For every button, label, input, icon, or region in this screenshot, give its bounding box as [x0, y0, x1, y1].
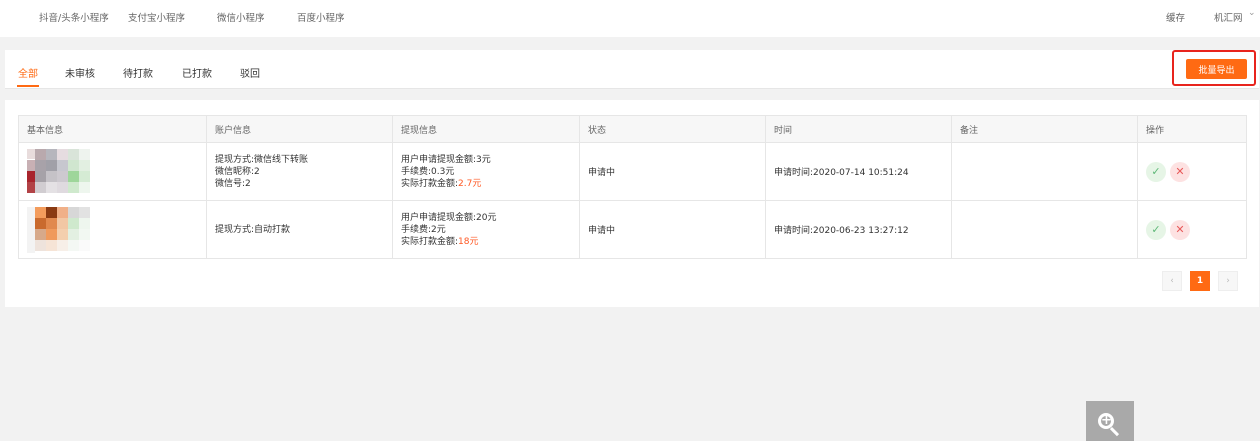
actions-cell: ✓ ✕ — [1137, 142, 1247, 201]
zoom-in-icon[interactable]: + — [1086, 401, 1134, 441]
fee-line: 手续费:2元 — [401, 224, 571, 236]
active-tab-indicator — [17, 85, 39, 87]
withdraw-method: 提现方式:自动打款 — [215, 224, 291, 235]
table-row: 提现方式:微信线下转账 微信昵称:2 微信号:2 用户申请提现金额:3元 手续费… — [18, 142, 1247, 201]
col-basic-info: 基本信息 — [18, 115, 207, 143]
withdraw-info-cell: 用户申请提现金额:3元 手续费:0.3元 实际打款金额:2.7元 — [392, 142, 580, 201]
time-cell: 申请时间:2020-07-14 10:51:24 — [765, 142, 952, 201]
check-icon[interactable]: ✓ — [1146, 219, 1166, 240]
apply-amount-line: 用户申请提现金额:3元 — [401, 154, 571, 166]
check-icon[interactable]: ✓ — [1146, 161, 1166, 182]
fee-label: 手续费: — [401, 166, 432, 177]
apply-amount-value: 20元 — [476, 212, 497, 223]
status-cell: 申请中 — [579, 142, 766, 201]
remark-cell — [951, 200, 1138, 259]
apply-amount-label: 用户申请提现金额: — [401, 154, 477, 165]
tab-unreviewed[interactable]: 未审核 — [65, 65, 95, 80]
wechat-id: 微信号:2 — [215, 178, 251, 189]
batch-export-button[interactable]: 批量导出 — [1186, 59, 1247, 79]
account-info-cell: 提现方式:自动打款 — [206, 200, 393, 259]
col-remark: 备注 — [951, 115, 1138, 143]
account-info-cell: 提现方式:微信线下转账 微信昵称:2 微信号:2 — [206, 142, 393, 201]
tab-pending-payment[interactable]: 待打款 — [123, 65, 153, 80]
withdrawal-table: 基本信息 账户信息 提现信息 状态 时间 备注 操作 提现方式:微信线下转账 微… — [18, 115, 1247, 259]
paid-amount-line: 实际打款金额:2.7元 — [401, 178, 571, 190]
site-menu[interactable]: 机汇网 — [1214, 10, 1243, 24]
col-time: 时间 — [765, 115, 952, 143]
col-withdraw-info: 提现信息 — [392, 115, 580, 143]
actions-cell: ✓ ✕ — [1137, 200, 1247, 259]
table-row: 提现方式:自动打款 用户申请提现金额:20元 手续费:2元 实际打款金额:18元… — [18, 200, 1247, 259]
nav-douyin[interactable]: 抖音/头条小程序 — [39, 10, 109, 24]
apply-amount-line: 用户申请提现金额:20元 — [401, 212, 571, 224]
paid-amount-line: 实际打款金额:18元 — [401, 236, 571, 248]
nav-baidu[interactable]: 百度小程序 — [297, 10, 345, 24]
tab-all[interactable]: 全部 — [18, 65, 38, 80]
remark-cell — [951, 142, 1138, 201]
withdraw-info-cell: 用户申请提现金额:20元 手续费:2元 实际打款金额:18元 — [392, 200, 580, 259]
withdraw-method: 提现方式:微信线下转账 — [215, 154, 309, 165]
cache-link[interactable]: 缓存 — [1166, 10, 1185, 24]
time-cell: 申请时间:2020-06-23 13:27:12 — [765, 200, 952, 259]
chevron-down-icon[interactable]: ⌄ — [1248, 8, 1256, 18]
paid-amount-label: 实际打款金额: — [401, 236, 459, 247]
paid-amount-value: 2.7元 — [458, 178, 482, 189]
apply-amount-value: 3元 — [476, 154, 491, 165]
prev-page-button[interactable]: ‹ — [1162, 271, 1182, 291]
fee-value: 0.3元 — [431, 166, 455, 177]
col-status: 状态 — [579, 115, 766, 143]
tab-paid[interactable]: 已打款 — [182, 65, 212, 80]
paid-amount-value: 18元 — [458, 236, 479, 247]
next-page-button[interactable]: › — [1218, 271, 1238, 291]
fee-label: 手续费: — [401, 224, 432, 235]
col-actions: 操作 — [1137, 115, 1247, 143]
fee-line: 手续费:0.3元 — [401, 166, 571, 178]
tabs-divider — [5, 88, 1259, 89]
close-icon[interactable]: ✕ — [1170, 161, 1190, 182]
avatar — [27, 206, 97, 253]
apply-amount-label: 用户申请提现金额: — [401, 212, 477, 223]
page-1-button[interactable]: 1 — [1190, 271, 1210, 291]
tab-rejected[interactable]: 驳回 — [240, 65, 260, 80]
fee-value: 2元 — [431, 224, 446, 235]
status-cell: 申请中 — [579, 200, 766, 259]
basic-info-cell — [18, 200, 207, 259]
top-nav: 抖音/头条小程序 支付宝小程序 微信小程序 百度小程序 缓存 机汇网 ⌄ — [0, 0, 1260, 37]
basic-info-cell — [18, 142, 207, 201]
table-header-row: 基本信息 账户信息 提现信息 状态 时间 备注 操作 — [18, 115, 1247, 143]
nav-alipay[interactable]: 支付宝小程序 — [128, 10, 185, 24]
close-icon[interactable]: ✕ — [1170, 219, 1190, 240]
avatar — [27, 148, 97, 195]
paid-amount-label: 实际打款金额: — [401, 178, 459, 189]
wechat-nickname: 微信昵称:2 — [215, 166, 260, 177]
col-account-info: 账户信息 — [206, 115, 393, 143]
nav-wechat[interactable]: 微信小程序 — [217, 10, 265, 24]
